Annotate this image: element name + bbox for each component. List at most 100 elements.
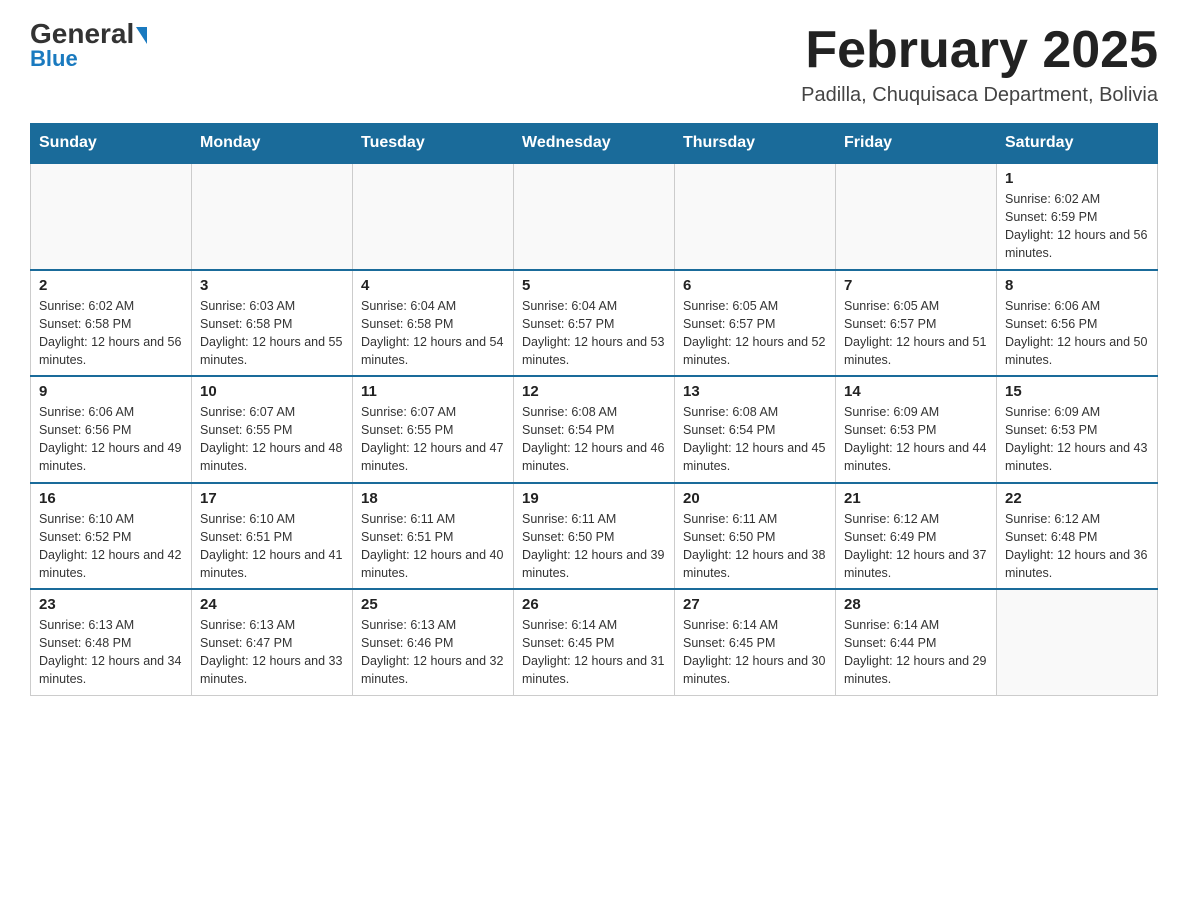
table-row: 21 Sunrise: 6:12 AMSunset: 6:49 PMDayligh… [836,483,997,590]
col-thursday: Thursday [675,124,836,164]
day-number: 19 [522,490,666,507]
day-info: Sunrise: 6:05 AMSunset: 6:57 PMDaylight:… [844,297,988,370]
day-number: 15 [1005,383,1149,400]
day-info: Sunrise: 6:09 AMSunset: 6:53 PMDaylight:… [844,403,988,476]
calendar-week-row: 2 Sunrise: 6:02 AMSunset: 6:58 PMDaylight… [31,270,1158,377]
day-number: 6 [683,277,827,294]
day-number: 21 [844,490,988,507]
day-number: 9 [39,383,183,400]
table-row [836,163,997,270]
table-row [514,163,675,270]
table-row: 28 Sunrise: 6:14 AMSunset: 6:44 PMDayligh… [836,589,997,695]
table-row: 10 Sunrise: 6:07 AMSunset: 6:55 PMDayligh… [192,376,353,483]
day-number: 8 [1005,277,1149,294]
logo-main: General [30,20,147,48]
day-number: 4 [361,277,505,294]
day-number: 18 [361,490,505,507]
day-info: Sunrise: 6:04 AMSunset: 6:57 PMDaylight:… [522,297,666,370]
month-title: February 2025 [801,20,1158,80]
day-info: Sunrise: 6:12 AMSunset: 6:48 PMDaylight:… [1005,510,1149,583]
header: General Blue February 2025 Padilla, Chuq… [30,20,1158,107]
table-row: 22 Sunrise: 6:12 AMSunset: 6:48 PMDayligh… [997,483,1158,590]
day-number: 5 [522,277,666,294]
table-row: 26 Sunrise: 6:14 AMSunset: 6:45 PMDayligh… [514,589,675,695]
calendar-header-row: Sunday Monday Tuesday Wednesday Thursday… [31,124,1158,164]
table-row: 3 Sunrise: 6:03 AMSunset: 6:58 PMDaylight… [192,270,353,377]
day-info: Sunrise: 6:03 AMSunset: 6:58 PMDaylight:… [200,297,344,370]
day-number: 1 [1005,170,1149,187]
col-monday: Monday [192,124,353,164]
table-row [192,163,353,270]
day-info: Sunrise: 6:02 AMSunset: 6:59 PMDaylight:… [1005,190,1149,263]
table-row: 5 Sunrise: 6:04 AMSunset: 6:57 PMDaylight… [514,270,675,377]
location-title: Padilla, Chuquisaca Department, Bolivia [801,84,1158,107]
day-info: Sunrise: 6:09 AMSunset: 6:53 PMDaylight:… [1005,403,1149,476]
day-number: 17 [200,490,344,507]
table-row [353,163,514,270]
day-number: 2 [39,277,183,294]
table-row: 15 Sunrise: 6:09 AMSunset: 6:53 PMDayligh… [997,376,1158,483]
day-info: Sunrise: 6:10 AMSunset: 6:51 PMDaylight:… [200,510,344,583]
day-number: 11 [361,383,505,400]
calendar-week-row: 1 Sunrise: 6:02 AMSunset: 6:59 PMDaylight… [31,163,1158,270]
day-number: 16 [39,490,183,507]
day-info: Sunrise: 6:13 AMSunset: 6:46 PMDaylight:… [361,616,505,689]
day-info: Sunrise: 6:06 AMSunset: 6:56 PMDaylight:… [1005,297,1149,370]
table-row: 7 Sunrise: 6:05 AMSunset: 6:57 PMDaylight… [836,270,997,377]
calendar-week-row: 9 Sunrise: 6:06 AMSunset: 6:56 PMDaylight… [31,376,1158,483]
day-info: Sunrise: 6:11 AMSunset: 6:50 PMDaylight:… [522,510,666,583]
day-info: Sunrise: 6:06 AMSunset: 6:56 PMDaylight:… [39,403,183,476]
day-number: 23 [39,596,183,613]
table-row: 23Sunrise: 6:13 AMSunset: 6:48 PMDayligh… [31,589,192,695]
day-number: 12 [522,383,666,400]
day-number: 7 [844,277,988,294]
table-row: 16 Sunrise: 6:10 AMSunset: 6:52 PMDayligh… [31,483,192,590]
table-row: 18 Sunrise: 6:11 AMSunset: 6:51 PMDayligh… [353,483,514,590]
day-number: 13 [683,383,827,400]
col-friday: Friday [836,124,997,164]
table-row: 2 Sunrise: 6:02 AMSunset: 6:58 PMDaylight… [31,270,192,377]
table-row: 8 Sunrise: 6:06 AMSunset: 6:56 PMDaylight… [997,270,1158,377]
table-row [675,163,836,270]
calendar-week-row: 23Sunrise: 6:13 AMSunset: 6:48 PMDayligh… [31,589,1158,695]
day-info: Sunrise: 6:08 AMSunset: 6:54 PMDaylight:… [522,403,666,476]
day-info: Sunrise: 6:12 AMSunset: 6:49 PMDaylight:… [844,510,988,583]
table-row [997,589,1158,695]
table-row: 9 Sunrise: 6:06 AMSunset: 6:56 PMDaylight… [31,376,192,483]
table-row: 4 Sunrise: 6:04 AMSunset: 6:58 PMDaylight… [353,270,514,377]
day-info: Sunrise: 6:10 AMSunset: 6:52 PMDaylight:… [39,510,183,583]
table-row: 1 Sunrise: 6:02 AMSunset: 6:59 PMDaylight… [997,163,1158,270]
day-number: 3 [200,277,344,294]
day-number: 22 [1005,490,1149,507]
col-tuesday: Tuesday [353,124,514,164]
table-row [31,163,192,270]
day-info: Sunrise: 6:14 AMSunset: 6:45 PMDaylight:… [522,616,666,689]
day-number: 10 [200,383,344,400]
day-info: Sunrise: 6:13 AMSunset: 6:47 PMDaylight:… [200,616,344,689]
day-number: 28 [844,596,988,613]
day-info: Sunrise: 6:11 AMSunset: 6:50 PMDaylight:… [683,510,827,583]
table-row: 27Sunrise: 6:14 AMSunset: 6:45 PMDayligh… [675,589,836,695]
col-saturday: Saturday [997,124,1158,164]
day-number: 27 [683,596,827,613]
table-row: 12 Sunrise: 6:08 AMSunset: 6:54 PMDayligh… [514,376,675,483]
day-info: Sunrise: 6:05 AMSunset: 6:57 PMDaylight:… [683,297,827,370]
table-row: 20 Sunrise: 6:11 AMSunset: 6:50 PMDayligh… [675,483,836,590]
title-area: February 2025 Padilla, Chuquisaca Depart… [801,20,1158,107]
table-row: 24 Sunrise: 6:13 AMSunset: 6:47 PMDayligh… [192,589,353,695]
table-row: 14 Sunrise: 6:09 AMSunset: 6:53 PMDayligh… [836,376,997,483]
day-info: Sunrise: 6:07 AMSunset: 6:55 PMDaylight:… [361,403,505,476]
day-info: Sunrise: 6:04 AMSunset: 6:58 PMDaylight:… [361,297,505,370]
day-number: 24 [200,596,344,613]
day-info: Sunrise: 6:11 AMSunset: 6:51 PMDaylight:… [361,510,505,583]
day-number: 26 [522,596,666,613]
day-info: Sunrise: 6:07 AMSunset: 6:55 PMDaylight:… [200,403,344,476]
day-number: 20 [683,490,827,507]
calendar: Sunday Monday Tuesday Wednesday Thursday… [30,123,1158,696]
day-info: Sunrise: 6:02 AMSunset: 6:58 PMDaylight:… [39,297,183,370]
table-row: 11 Sunrise: 6:07 AMSunset: 6:55 PMDayligh… [353,376,514,483]
col-wednesday: Wednesday [514,124,675,164]
day-info: Sunrise: 6:14 AMSunset: 6:44 PMDaylight:… [844,616,988,689]
day-number: 14 [844,383,988,400]
table-row: 19 Sunrise: 6:11 AMSunset: 6:50 PMDayligh… [514,483,675,590]
